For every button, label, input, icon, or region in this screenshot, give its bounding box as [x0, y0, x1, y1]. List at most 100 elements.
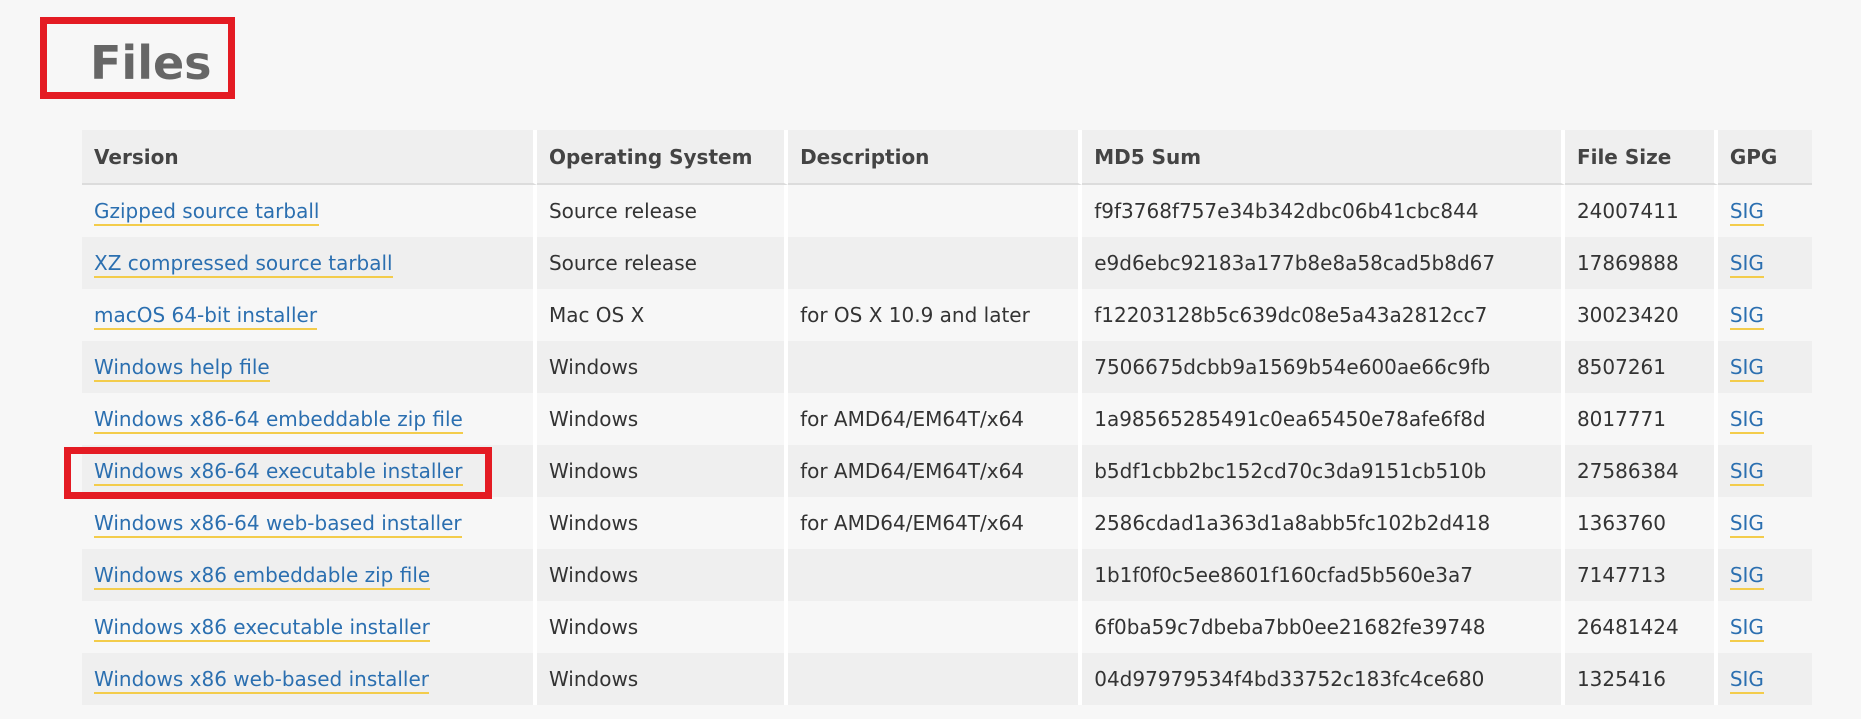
files-heading-annotation: Files: [40, 17, 235, 99]
description-cell: [788, 653, 1083, 705]
file-download-link[interactable]: Windows x86-64 embeddable zip file: [94, 407, 463, 434]
table-row: Windows help file Windows 7506675dcbb9a1…: [82, 341, 1812, 393]
file-download-link[interactable]: Windows help file: [94, 355, 270, 382]
gpg-cell: SIG: [1717, 497, 1812, 549]
md5-cell: 1a98565285491c0ea65450e78afe6f8d: [1082, 393, 1565, 445]
table-row: Gzipped source tarball Source release f9…: [82, 185, 1812, 237]
description-cell: for AMD64/EM64T/x64: [788, 497, 1083, 549]
md5-cell: b5df1cbb2bc152cd70c3da9151cb510b: [1082, 445, 1565, 497]
table-row: Windows x86-64 executable installer Wind…: [82, 445, 1812, 497]
description-cell: [788, 237, 1083, 289]
version-cell: Windows x86-64 embeddable zip file: [82, 393, 537, 445]
description-cell: for AMD64/EM64T/x64: [788, 393, 1083, 445]
table-row: XZ compressed source tarball Source rele…: [82, 237, 1812, 289]
gpg-cell: SIG: [1717, 445, 1812, 497]
sig-link[interactable]: SIG: [1729, 407, 1764, 434]
os-cell: Source release: [536, 185, 789, 237]
header-md5-sum: MD5 Sum: [1082, 130, 1565, 185]
gpg-cell: SIG: [1717, 185, 1812, 237]
header-gpg: GPG: [1717, 130, 1812, 185]
version-cell: macOS 64-bit installer: [82, 289, 537, 341]
os-cell: Source release: [536, 237, 789, 289]
gpg-cell: SIG: [1717, 393, 1812, 445]
header-file-size: File Size: [1564, 130, 1718, 185]
table-row: Windows x86 embeddable zip file Windows …: [82, 549, 1812, 601]
sig-link[interactable]: SIG: [1729, 355, 1764, 382]
file-size-cell: 26481424: [1564, 601, 1718, 653]
md5-cell: 6f0ba59c7dbeba7bb0ee21682fe39748: [1082, 601, 1565, 653]
version-cell: Windows x86-64 executable installer: [82, 445, 537, 497]
sig-link[interactable]: SIG: [1729, 199, 1764, 226]
md5-cell: e9d6ebc92183a177b8e8a58cad5b8d67: [1082, 237, 1565, 289]
os-cell: Windows: [536, 393, 789, 445]
file-download-link[interactable]: Windows x86 executable installer: [94, 615, 430, 642]
file-size-cell: 30023420: [1564, 289, 1718, 341]
file-size-cell: 24007411: [1564, 185, 1718, 237]
version-cell: Windows x86 embeddable zip file: [82, 549, 537, 601]
sig-link[interactable]: SIG: [1729, 511, 1764, 538]
gpg-cell: SIG: [1717, 237, 1812, 289]
sig-link[interactable]: SIG: [1729, 667, 1764, 694]
description-cell: for AMD64/EM64T/x64: [788, 445, 1083, 497]
table-row: macOS 64-bit installer Mac OS X for OS X…: [82, 289, 1812, 341]
sig-link[interactable]: SIG: [1729, 251, 1764, 278]
file-size-cell: 17869888: [1564, 237, 1718, 289]
gpg-cell: SIG: [1717, 653, 1812, 705]
version-cell: XZ compressed source tarball: [82, 237, 537, 289]
os-cell: Windows: [536, 549, 789, 601]
version-cell: Windows help file: [82, 341, 537, 393]
description-cell: [788, 185, 1083, 237]
table-row: Windows x86-64 embeddable zip file Windo…: [82, 393, 1812, 445]
header-version: Version: [82, 130, 537, 185]
gpg-cell: SIG: [1717, 549, 1812, 601]
os-cell: Windows: [536, 341, 789, 393]
file-download-link[interactable]: Windows x86-64 web-based installer: [94, 511, 462, 538]
description-cell: [788, 341, 1083, 393]
header-operating-system: Operating System: [536, 130, 789, 185]
version-cell: Gzipped source tarball: [82, 185, 537, 237]
file-download-link[interactable]: macOS 64-bit installer: [94, 303, 318, 330]
file-download-link[interactable]: Windows x86 embeddable zip file: [94, 563, 431, 590]
os-cell: Mac OS X: [536, 289, 789, 341]
os-cell: Windows: [536, 601, 789, 653]
table-header-row: Version Operating System Description MD5…: [82, 130, 1812, 185]
version-cell: Windows x86 web-based installer: [82, 653, 537, 705]
version-cell: Windows x86 executable installer: [82, 601, 537, 653]
md5-cell: 1b1f0f0c5ee8601f160cfad5b560e3a7: [1082, 549, 1565, 601]
file-size-cell: 7147713: [1564, 549, 1718, 601]
description-cell: [788, 549, 1083, 601]
files-table: Version Operating System Description MD5…: [82, 130, 1812, 705]
description-cell: [788, 601, 1083, 653]
header-description: Description: [788, 130, 1083, 185]
file-size-cell: 8507261: [1564, 341, 1718, 393]
table-row: Windows x86 executable installer Windows…: [82, 601, 1812, 653]
file-size-cell: 1325416: [1564, 653, 1718, 705]
file-size-cell: 8017771: [1564, 393, 1718, 445]
os-cell: Windows: [536, 445, 789, 497]
sig-link[interactable]: SIG: [1729, 459, 1764, 486]
gpg-cell: SIG: [1717, 289, 1812, 341]
file-download-link[interactable]: Gzipped source tarball: [94, 199, 320, 226]
md5-cell: f9f3768f757e34b342dbc06b41cbc844: [1082, 185, 1565, 237]
sig-link[interactable]: SIG: [1729, 615, 1764, 642]
table-row: Windows x86-64 web-based installer Windo…: [82, 497, 1812, 549]
file-download-link[interactable]: Windows x86 web-based installer: [94, 667, 429, 694]
md5-cell: f12203128b5c639dc08e5a43a2812cc7: [1082, 289, 1565, 341]
file-download-link[interactable]: Windows x86-64 executable installer: [94, 459, 463, 486]
gpg-cell: SIG: [1717, 601, 1812, 653]
page-title: Files: [90, 36, 212, 90]
md5-cell: 04d97979534f4bd33752c183fc4ce680: [1082, 653, 1565, 705]
gpg-cell: SIG: [1717, 341, 1812, 393]
md5-cell: 7506675dcbb9a1569b54e600ae66c9fb: [1082, 341, 1565, 393]
os-cell: Windows: [536, 653, 789, 705]
os-cell: Windows: [536, 497, 789, 549]
md5-cell: 2586cdad1a363d1a8abb5fc102b2d418: [1082, 497, 1565, 549]
file-download-link[interactable]: XZ compressed source tarball: [94, 251, 393, 278]
version-cell: Windows x86-64 web-based installer: [82, 497, 537, 549]
sig-link[interactable]: SIG: [1729, 303, 1764, 330]
file-size-cell: 1363760: [1564, 497, 1718, 549]
file-size-cell: 27586384: [1564, 445, 1718, 497]
sig-link[interactable]: SIG: [1729, 563, 1764, 590]
table-row: Windows x86 web-based installer Windows …: [82, 653, 1812, 705]
description-cell: for OS X 10.9 and later: [788, 289, 1083, 341]
